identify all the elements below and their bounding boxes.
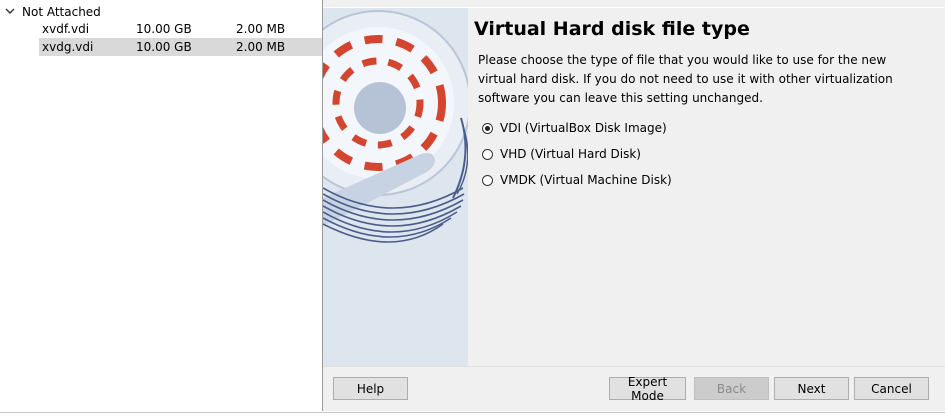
window-bottom-divider (0, 412, 945, 413)
media-list: Not Attached xvdf.vdi 10.00 GB 2.00 MB x… (0, 0, 322, 412)
tree-group-not-attached[interactable]: Not Attached (0, 2, 322, 20)
expert-mode-button-label: Expert Mode (627, 374, 668, 403)
media-row[interactable]: xvdf.vdi 10.00 GB 2.00 MB (39, 20, 322, 38)
radio-button[interactable] (482, 148, 493, 160)
radio-button-checked[interactable] (482, 122, 493, 134)
option-vhd[interactable]: VHD (Virtual Hard Disk) (482, 144, 641, 164)
hard-disk-icon (323, 10, 468, 243)
media-virtual-size: 10.00 GB (136, 40, 192, 54)
next-button-label: Next (797, 381, 826, 396)
media-actual-size: 2.00 MB (236, 22, 286, 36)
cancel-button[interactable]: Cancel (854, 377, 929, 400)
media-virtual-size: 10.00 GB (136, 22, 192, 36)
create-virtual-disk-wizard: Virtual Hard disk file type Please choos… (322, 0, 945, 411)
option-label[interactable]: VHD (Virtual Hard Disk) (500, 146, 641, 162)
back-button[interactable]: Back (694, 377, 769, 400)
tree-group-label: Not Attached (22, 5, 101, 19)
media-actual-size: 2.00 MB (236, 40, 286, 54)
option-vdi[interactable]: VDI (VirtualBox Disk Image) (482, 118, 667, 138)
help-button-label: Help (356, 381, 385, 396)
option-vmdk[interactable]: VMDK (Virtual Machine Disk) (482, 170, 672, 190)
page-title: Virtual Hard disk file type (474, 18, 750, 40)
radio-button[interactable] (482, 174, 493, 186)
page-description: Please choose the type of file that you … (478, 53, 893, 105)
chevron-down-icon[interactable] (3, 2, 17, 20)
help-button[interactable]: Help (333, 377, 408, 400)
cancel-button-label: Cancel (871, 381, 912, 396)
media-row-selected[interactable]: xvdg.vdi 10.00 GB 2.00 MB (39, 38, 322, 56)
option-label[interactable]: VDI (VirtualBox Disk Image) (500, 120, 667, 136)
next-button[interactable]: Next (774, 377, 849, 400)
option-label[interactable]: VMDK (Virtual Machine Disk) (500, 172, 672, 188)
back-button-label: Back (716, 381, 747, 396)
media-name: xvdf.vdi (42, 22, 90, 36)
button-bar: Help Expert Mode Back Next Cancel (323, 366, 945, 411)
media-name: xvdg.vdi (42, 40, 94, 54)
expert-mode-button[interactable]: Expert Mode (609, 374, 686, 403)
wizard-watermark (323, 8, 468, 366)
